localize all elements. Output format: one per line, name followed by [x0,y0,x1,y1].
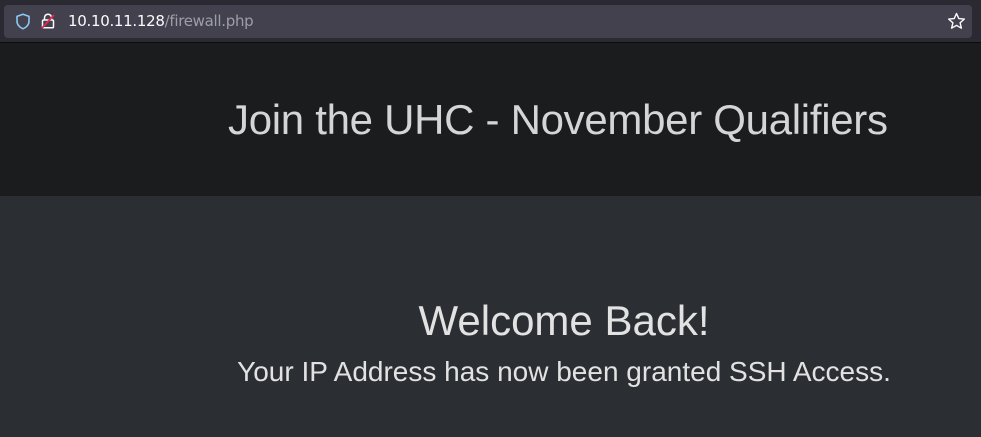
insecure-lock-icon[interactable] [41,13,55,29]
shield-icon[interactable] [15,13,31,30]
page-title: Join the UHC - November Qualifiers [228,96,888,143]
welcome-heading: Welcome Back! [418,297,710,344]
url-text[interactable]: 10.10.11.128/firewall.php [68,12,254,30]
main-content: Welcome Back! Your IP Address has now be… [0,196,981,437]
url-host: 10.10.11.128 [68,12,165,30]
page-header: Join the UHC - November Qualifiers [0,43,981,196]
browser-toolbar: 10.10.11.128/firewall.php [0,0,981,43]
star-icon[interactable] [947,12,966,31]
url-path: /firewall.php [164,12,254,30]
address-bar[interactable]: 10.10.11.128/firewall.php [4,5,972,38]
access-message: Your IP Address has now been granted SSH… [237,356,891,387]
